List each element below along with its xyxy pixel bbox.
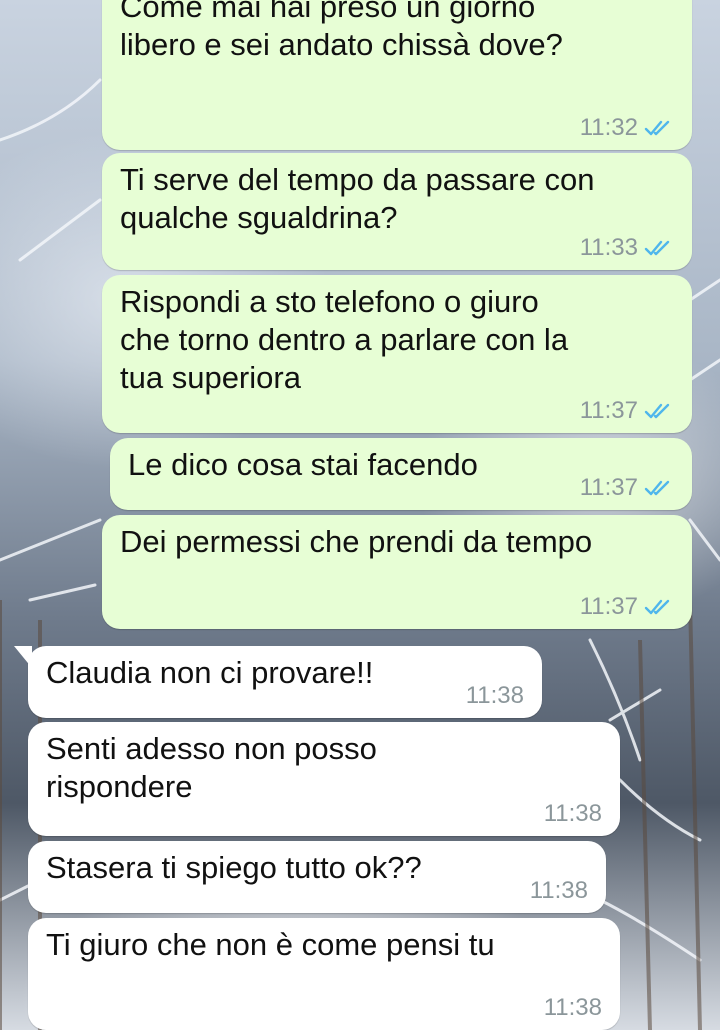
message-meta: 11:38: [466, 682, 524, 710]
outgoing-message-bubble[interactable]: Dei permessi che prendi da tempo 11:37: [102, 515, 692, 629]
message-text: Ti serve del tempo da passare con qualch…: [120, 162, 595, 235]
incoming-message-bubble[interactable]: Ti giuro che non è come pensi tu 11:38: [28, 918, 620, 1030]
message-meta: 11:38: [544, 994, 602, 1022]
message-meta: 11:37: [580, 397, 674, 425]
message-timestamp: 11:37: [579, 474, 638, 501]
incoming-message-bubble[interactable]: Stasera ti spiego tutto ok?? 11:38: [28, 841, 606, 913]
message-text: Dei permessi che prendi da tempo: [120, 524, 593, 559]
message-timestamp: 11:37: [579, 593, 638, 620]
message-timestamp: 11:32: [579, 114, 638, 141]
bubble-tail: [14, 646, 32, 668]
outgoing-message-bubble[interactable]: Le dico cosa stai facendo 11:37: [110, 438, 692, 510]
message-text: Claudia non ci provare!!: [46, 655, 374, 690]
outgoing-message-bubble[interactable]: Come mai hai preso un giorno libero e se…: [102, 0, 692, 150]
message-text: Stasera ti spiego tutto ok??: [46, 850, 422, 885]
double-check-icon: [644, 120, 670, 136]
message-text: Rispondi a sto telefono o giuro che torn…: [120, 284, 569, 395]
outgoing-message-bubble[interactable]: Ti serve del tempo da passare con qualch…: [102, 153, 692, 270]
message-text: Come mai hai preso un giorno libero e se…: [120, 0, 563, 62]
message-meta: 11:33: [580, 234, 674, 262]
message-text: Ti giuro che non è come pensi tu: [46, 927, 495, 962]
message-meta: 11:32: [580, 114, 674, 142]
message-meta: 11:37: [580, 593, 674, 621]
double-check-icon: [644, 240, 670, 256]
double-check-icon: [644, 599, 670, 615]
double-check-icon: [644, 403, 670, 419]
message-timestamp: 11:38: [543, 994, 602, 1021]
message-meta: 11:38: [530, 877, 588, 905]
message-timestamp: 11:38: [465, 682, 524, 709]
incoming-message-bubble[interactable]: Senti adesso non posso rispondere 11:38: [28, 722, 620, 836]
double-check-icon: [644, 480, 670, 496]
message-text: Senti adesso non posso rispondere: [46, 731, 377, 804]
message-timestamp: 11:37: [579, 397, 638, 424]
message-meta: 11:37: [580, 474, 674, 502]
outgoing-message-bubble[interactable]: Rispondi a sto telefono o giuro che torn…: [102, 275, 692, 433]
incoming-message-bubble[interactable]: Claudia non ci provare!! 11:38: [14, 646, 542, 718]
message-timestamp: 11:38: [529, 877, 588, 904]
message-timestamp: 11:38: [543, 800, 602, 827]
message-timestamp: 11:33: [579, 234, 638, 261]
message-meta: 11:38: [544, 800, 602, 828]
